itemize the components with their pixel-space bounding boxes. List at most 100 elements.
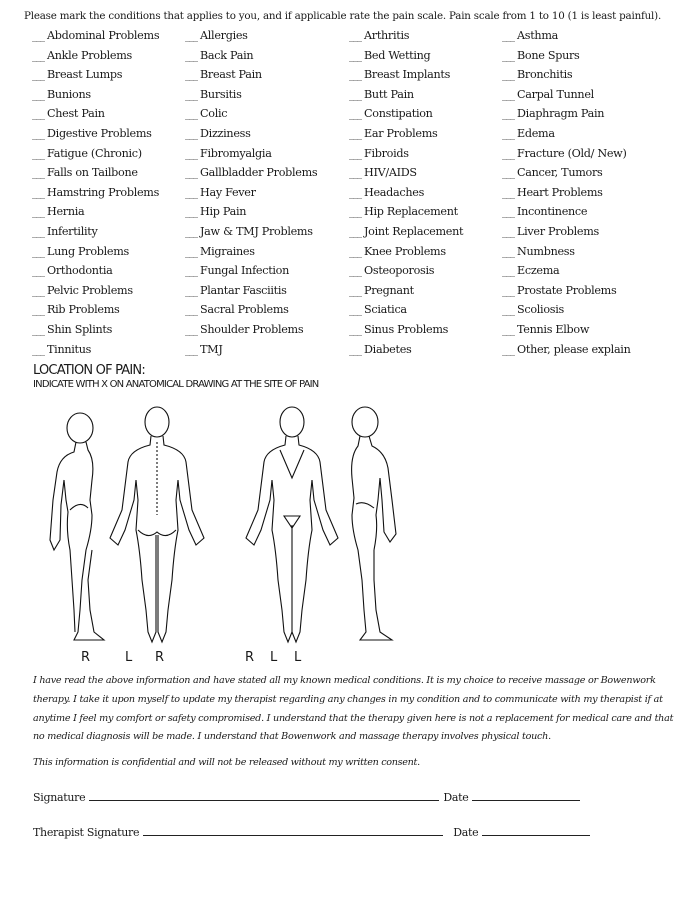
condition-blank-field[interactable]: ___ — [32, 247, 45, 258]
condition-blank-field[interactable]: ___ — [349, 168, 362, 179]
condition-item[interactable]: ___ Numbness — [502, 245, 682, 265]
condition-item[interactable]: ___ Allergies — [185, 29, 349, 49]
condition-item[interactable]: ___ Butt Pain — [349, 88, 502, 108]
condition-blank-field[interactable]: ___ — [349, 70, 362, 81]
condition-item[interactable]: ___ Pelvic Problems — [32, 284, 185, 304]
condition-item[interactable]: ___ Fibromyalgia — [185, 147, 349, 167]
condition-blank-field[interactable]: ___ — [349, 90, 362, 101]
condition-blank-field[interactable]: ___ — [185, 188, 198, 199]
condition-item[interactable]: ___ Sinus Problems — [349, 323, 502, 343]
condition-item[interactable]: ___ Lung Problems — [32, 245, 185, 265]
condition-blank-field[interactable]: ___ — [32, 31, 45, 42]
condition-blank-field[interactable]: ___ — [32, 149, 45, 160]
condition-item[interactable]: ___ Scoliosis — [502, 303, 682, 323]
condition-blank-field[interactable]: ___ — [185, 266, 198, 277]
condition-item[interactable]: ___ Asthma — [502, 29, 682, 49]
condition-item[interactable]: ___ Cancer, Tumors — [502, 166, 682, 186]
condition-item[interactable]: ___ Digestive Problems — [32, 127, 185, 147]
therapist-date-field[interactable] — [482, 825, 591, 836]
condition-blank-field[interactable]: ___ — [32, 129, 45, 140]
condition-blank-field[interactable]: ___ — [502, 109, 515, 120]
condition-item[interactable]: ___ Sacral Problems — [185, 303, 349, 323]
condition-item[interactable]: ___ Diabetes — [349, 343, 502, 363]
condition-blank-field[interactable]: ___ — [32, 286, 45, 297]
condition-item[interactable]: ___ Eczema — [502, 264, 682, 284]
condition-blank-field[interactable]: ___ — [349, 305, 362, 316]
condition-blank-field[interactable]: ___ — [32, 227, 45, 238]
condition-blank-field[interactable]: ___ — [185, 305, 198, 316]
condition-blank-field[interactable]: ___ — [32, 51, 45, 62]
condition-item[interactable]: ___ Osteoporosis — [349, 264, 502, 284]
condition-blank-field[interactable]: ___ — [32, 305, 45, 316]
condition-blank-field[interactable]: ___ — [185, 168, 198, 179]
condition-blank-field[interactable]: ___ — [185, 70, 198, 81]
condition-blank-field[interactable]: ___ — [349, 51, 362, 62]
condition-item[interactable]: ___ Incontinence — [502, 205, 682, 225]
condition-item[interactable]: ___ Fibroids — [349, 147, 502, 167]
condition-blank-field[interactable]: ___ — [349, 227, 362, 238]
body-figure-front[interactable] — [245, 406, 339, 644]
condition-blank-field[interactable]: ___ — [349, 345, 362, 356]
condition-blank-field[interactable]: ___ — [32, 266, 45, 277]
condition-item[interactable]: ___ Breast Implants — [349, 68, 502, 88]
condition-blank-field[interactable]: ___ — [502, 325, 515, 336]
condition-blank-field[interactable]: ___ — [349, 247, 362, 258]
condition-blank-field[interactable]: ___ — [185, 227, 198, 238]
condition-item[interactable]: ___ Hernia — [32, 205, 185, 225]
condition-item[interactable]: ___ Migraines — [185, 245, 349, 265]
condition-blank-field[interactable]: ___ — [349, 266, 362, 277]
condition-item[interactable]: ___ Back Pain — [185, 49, 349, 69]
condition-blank-field[interactable]: ___ — [349, 325, 362, 336]
condition-blank-field[interactable]: ___ — [32, 188, 45, 199]
condition-blank-field[interactable]: ___ — [185, 247, 198, 258]
condition-blank-field[interactable]: ___ — [32, 345, 45, 356]
condition-item[interactable]: ___ Tinnitus — [32, 343, 185, 363]
condition-item[interactable]: ___ Colic — [185, 107, 349, 127]
condition-blank-field[interactable]: ___ — [349, 129, 362, 140]
condition-item[interactable]: ___ Fracture (Old/ New) — [502, 147, 682, 167]
condition-item[interactable]: ___ HIV/AIDS — [349, 166, 502, 186]
condition-blank-field[interactable]: ___ — [349, 31, 362, 42]
condition-item[interactable]: ___ Bursitis — [185, 88, 349, 108]
condition-blank-field[interactable]: ___ — [502, 90, 515, 101]
condition-item[interactable]: ___ Breast Lumps — [32, 68, 185, 88]
condition-item[interactable]: ___ Heart Problems — [502, 186, 682, 206]
condition-item[interactable]: ___ Tennis Elbow — [502, 323, 682, 343]
condition-item[interactable]: ___ Headaches — [349, 186, 502, 206]
condition-item[interactable]: ___ Arthritis — [349, 29, 502, 49]
condition-item[interactable]: ___ Diaphragm Pain — [502, 107, 682, 127]
condition-item[interactable]: ___ Prostate Problems — [502, 284, 682, 304]
condition-blank-field[interactable]: ___ — [502, 345, 515, 356]
condition-item[interactable]: ___ Rib Problems — [32, 303, 185, 323]
condition-item[interactable]: ___ Dizziness — [185, 127, 349, 147]
condition-blank-field[interactable]: ___ — [349, 188, 362, 199]
condition-item[interactable]: ___ Joint Replacement — [349, 225, 502, 245]
condition-blank-field[interactable]: ___ — [502, 129, 515, 140]
condition-blank-field[interactable]: ___ — [502, 31, 515, 42]
condition-blank-field[interactable]: ___ — [502, 70, 515, 81]
condition-blank-field[interactable]: ___ — [32, 168, 45, 179]
condition-blank-field[interactable]: ___ — [185, 51, 198, 62]
condition-blank-field[interactable]: ___ — [349, 286, 362, 297]
condition-item[interactable]: ___ Infertility — [32, 225, 185, 245]
condition-item[interactable]: ___ Constipation — [349, 107, 502, 127]
condition-item[interactable]: ___ Knee Problems — [349, 245, 502, 265]
condition-blank-field[interactable]: ___ — [185, 286, 198, 297]
condition-blank-field[interactable]: ___ — [185, 207, 198, 218]
body-figure-back[interactable] — [109, 406, 205, 644]
condition-item[interactable]: ___ Chest Pain — [32, 107, 185, 127]
condition-blank-field[interactable]: ___ — [349, 109, 362, 120]
condition-item[interactable]: ___ Pregnant — [349, 284, 502, 304]
condition-item[interactable]: ___ Fungal Infection — [185, 264, 349, 284]
condition-item[interactable]: ___ Shoulder Problems — [185, 323, 349, 343]
condition-item[interactable]: ___ Breast Pain — [185, 68, 349, 88]
condition-blank-field[interactable]: ___ — [349, 207, 362, 218]
condition-blank-field[interactable]: ___ — [185, 129, 198, 140]
condition-blank-field[interactable]: ___ — [502, 168, 515, 179]
condition-item[interactable]: ___ Falls on Tailbone — [32, 166, 185, 186]
body-figure-right-side[interactable] — [49, 412, 106, 641]
therapist-signature-field[interactable] — [143, 825, 444, 836]
condition-item[interactable]: ___ Bronchitis — [502, 68, 682, 88]
condition-blank-field[interactable]: ___ — [32, 70, 45, 81]
condition-blank-field[interactable]: ___ — [502, 227, 515, 238]
